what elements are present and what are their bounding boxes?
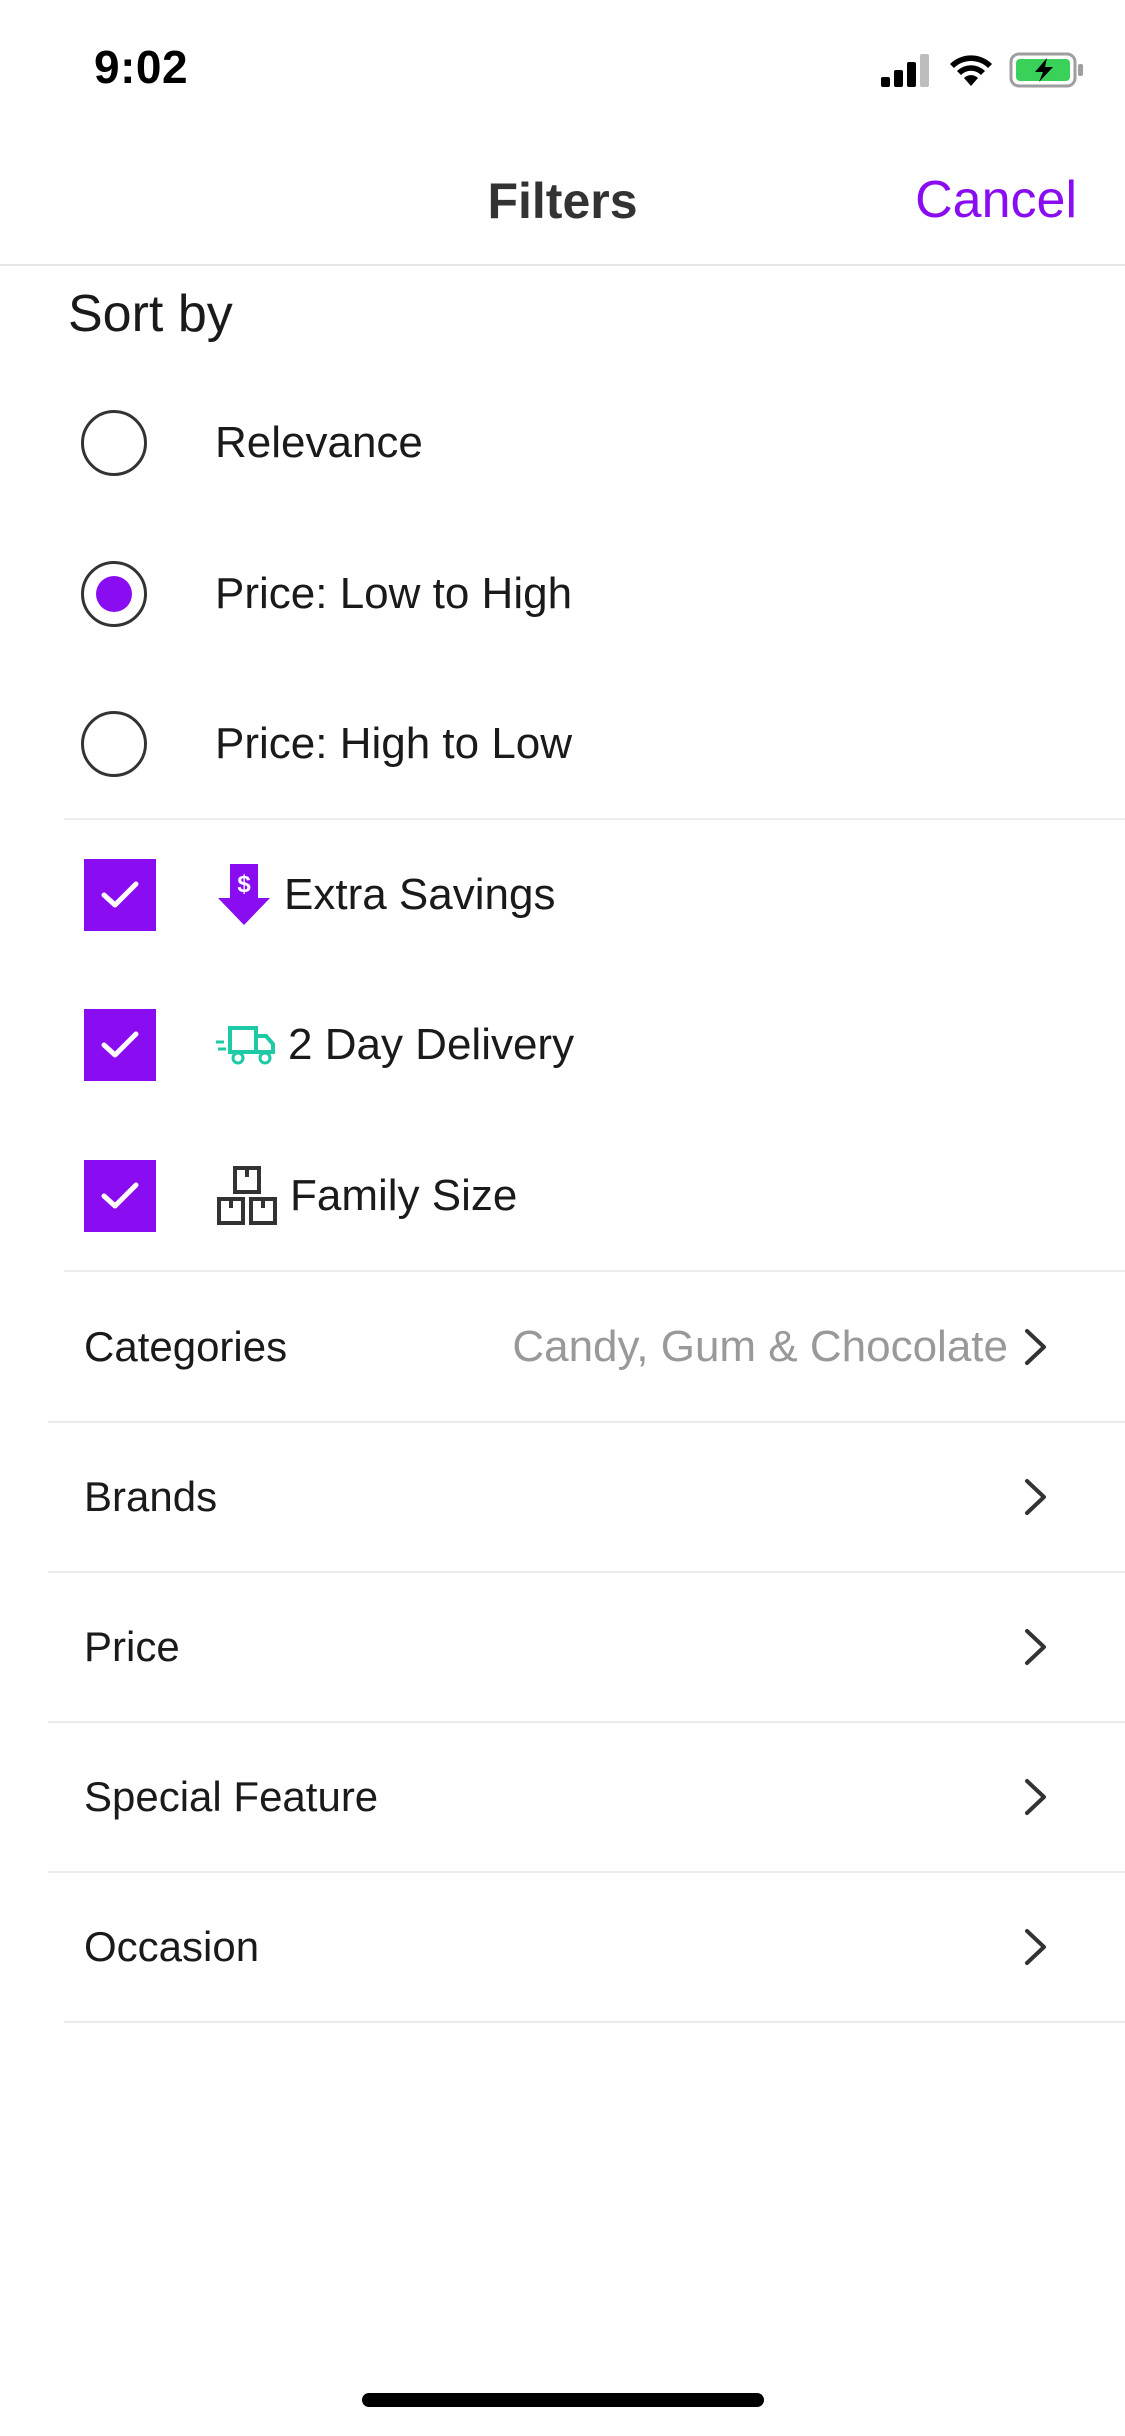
divider [64, 2021, 1125, 2023]
boxes-icon [217, 1166, 277, 1225]
sort-option-price-high-low[interactable]: Price: High to Low [0, 711, 1125, 777]
status-icons [881, 50, 1085, 90]
sort-option-relevance[interactable]: Relevance [0, 410, 1125, 476]
radio-button[interactable] [81, 711, 147, 777]
svg-text:$: $ [237, 871, 251, 898]
chevron-right-icon [1025, 1629, 1046, 1665]
toggle-label: Extra Savings [284, 870, 556, 919]
checkmark-icon [101, 881, 139, 908]
sort-option-label: Price: Low to High [215, 569, 573, 618]
checkbox-checked[interactable] [84, 859, 156, 931]
sort-option-price-low-high[interactable]: Price: Low to High [0, 561, 1125, 627]
status-time: 9:02 [94, 41, 189, 93]
battery-charging-icon [1009, 52, 1083, 88]
wifi-icon [950, 55, 992, 86]
filter-label: Categories [84, 1323, 288, 1370]
checkmark-icon [101, 1031, 139, 1058]
checkbox-checked[interactable] [84, 1160, 156, 1232]
filter-row-occasion[interactable]: Occasion [0, 1872, 1125, 2022]
savings-arrow-icon: $ [218, 864, 270, 925]
filter-label: Special Feature [84, 1773, 379, 1820]
toggle-extra-savings[interactable]: $ Extra Savings [0, 859, 1125, 931]
filters-screen: 9:02 Filters Cancel Sort by Relevance Pr… [0, 0, 1125, 2436]
status-bar: 9:02 [0, 0, 1125, 132]
chevron-right-icon [1025, 1929, 1046, 1965]
filter-row-brands[interactable]: Brands [0, 1422, 1125, 1572]
nav-bar: Filters Cancel [0, 132, 1125, 266]
toggle-label: 2 Day Delivery [288, 1020, 575, 1069]
sort-option-label: Price: High to Low [215, 719, 573, 768]
radio-button[interactable] [81, 410, 147, 476]
sort-by-heading: Sort by [68, 285, 233, 343]
filter-label: Price [84, 1623, 180, 1670]
chevron-right-icon [1025, 1329, 1046, 1365]
radio-button-selected[interactable] [81, 561, 147, 627]
signal-icon [881, 54, 929, 87]
delivery-truck-icon [216, 1026, 275, 1065]
filter-value: Candy, Gum & Chocolate [512, 1322, 1008, 1371]
filter-label: Occasion [84, 1923, 260, 1970]
toggle-2-day-delivery[interactable]: 2 Day Delivery [0, 1009, 1125, 1081]
cancel-button[interactable]: Cancel [915, 170, 1077, 230]
filter-row-price[interactable]: Price [0, 1572, 1125, 1722]
filter-row-categories[interactable]: Categories Candy, Gum & Chocolate [0, 1272, 1125, 1422]
sort-option-label: Relevance [215, 418, 423, 467]
checkbox-checked[interactable] [84, 1009, 156, 1081]
chevron-right-icon [1025, 1779, 1046, 1815]
filter-label: Brands [84, 1473, 218, 1520]
filter-row-special-feature[interactable]: Special Feature [0, 1722, 1125, 1872]
home-indicator[interactable] [362, 2393, 764, 2407]
chevron-right-icon [1025, 1479, 1046, 1515]
toggle-label: Family Size [290, 1171, 518, 1220]
toggle-family-size[interactable]: Family Size [0, 1160, 1125, 1232]
divider [64, 818, 1125, 820]
checkmark-icon [101, 1182, 139, 1209]
